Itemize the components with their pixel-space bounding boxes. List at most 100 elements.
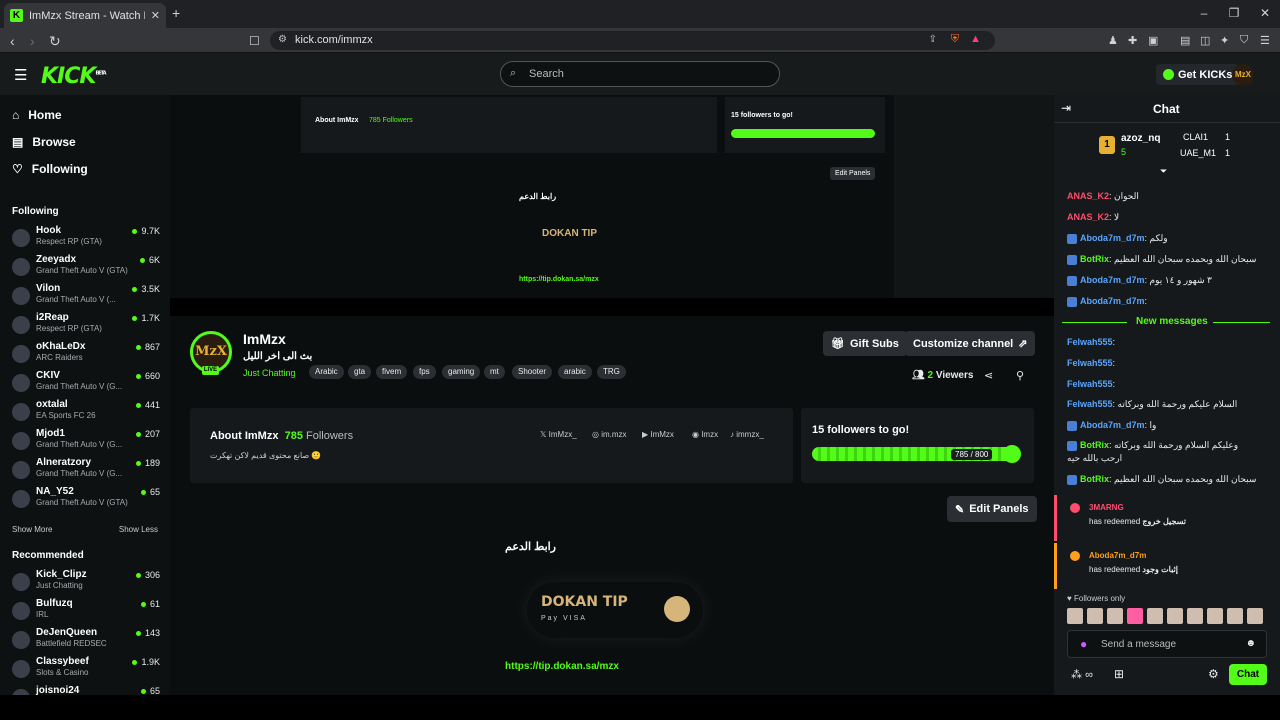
customize-channel-button[interactable]: Customize channel ⇗ <box>905 331 1036 356</box>
emote[interactable] <box>1187 608 1203 624</box>
sidebar-item-home[interactable]: ⌂ Home <box>12 108 62 122</box>
chat-username[interactable]: Aboda7m_d7m <box>1080 420 1145 430</box>
search-input[interactable]: ⌕ Search <box>500 61 780 87</box>
chat-username[interactable]: Aboda7m_d7m <box>1080 296 1145 306</box>
social-x-link[interactable]: 𝕏 ImMzx_ <box>540 430 577 439</box>
forward-icon[interactable]: › <box>30 33 35 49</box>
share-icon[interactable]: ⇪ <box>929 34 937 45</box>
gift-subs-button[interactable]: 🎁︎ Gift Subs <box>823 331 907 356</box>
stream-tag[interactable]: arabic <box>558 365 592 379</box>
url-field[interactable]: ⚙ kick.com/immzx ⇪ ⛨ ▲ <box>270 31 995 50</box>
emote[interactable] <box>1167 608 1183 624</box>
sidebar-channel[interactable]: NA_Y52 Grand Theft Auto V (GTA) 65 <box>12 486 160 514</box>
brave-shield-icon[interactable]: ⛨ <box>951 33 959 46</box>
hamburger-icon[interactable]: ☰ <box>14 66 27 84</box>
social-youtube-link[interactable]: ▶ ImMzx <box>642 430 674 439</box>
puzzle-icon[interactable]: ✚ <box>1128 34 1137 47</box>
extension-icon[interactable]: ♟ <box>1108 34 1118 47</box>
chat-username[interactable]: BotRix <box>1080 474 1109 484</box>
emote[interactable] <box>1207 608 1223 624</box>
sidebar-channel[interactable]: Vilon Grand Theft Auto V (... 3.5K <box>12 283 160 311</box>
sidebar-item-browse[interactable]: ▤ Browse <box>12 135 76 149</box>
stream-tag[interactable]: Shooter <box>512 365 553 379</box>
rewards-icon[interactable]: ▲ <box>970 33 981 45</box>
ai-icon[interactable]: ✦ <box>1220 34 1229 47</box>
chat-username[interactable]: Felwah555 <box>1067 399 1113 409</box>
tip-link[interactable]: https://tip.dokan.sa/mzx <box>505 661 619 672</box>
dokan-tip-image[interactable]: DOKAN TIP Pay VISA <box>527 582 703 638</box>
chat-username[interactable]: Aboda7m_d7m <box>1080 275 1145 285</box>
stream-tag[interactable]: mt <box>484 365 505 379</box>
emote[interactable] <box>1067 608 1083 624</box>
chat-username[interactable]: ANAS_K2 <box>1067 191 1109 201</box>
emoji-icon[interactable]: ☻ <box>1245 638 1256 649</box>
video-player[interactable]: About ImMzx 785 Followers 15 followers t… <box>170 95 1054 316</box>
minimize-icon[interactable]: – <box>1195 6 1213 20</box>
chat-username[interactable]: Felwah555 <box>1067 337 1113 347</box>
sidebar-toggle-icon[interactable]: ▤ <box>1180 34 1190 47</box>
get-kicks-button[interactable]: Get KICKs <box>1156 64 1240 85</box>
sidebar-channel[interactable]: oxtalal EA Sports FC 26 441 <box>12 399 160 427</box>
new-tab-icon[interactable]: + <box>172 5 180 21</box>
emote[interactable] <box>1227 608 1243 624</box>
mic-icon[interactable]: ● <box>1080 637 1087 651</box>
chat-username[interactable]: Aboda7m_d7m <box>1080 233 1145 243</box>
sidebar-channel[interactable]: Hook Respect RP (GTA) 9.7K <box>12 225 160 253</box>
back-icon[interactable]: ‹ <box>10 33 15 49</box>
sidebar-channel[interactable]: Bulfuzq IRL 61 <box>12 598 160 626</box>
chat-username[interactable]: ANAS_K2 <box>1067 212 1109 222</box>
emote[interactable] <box>1087 608 1103 624</box>
stream-tag[interactable]: fivem <box>376 365 408 379</box>
close-tab-icon[interactable]: ✕ <box>151 9 160 22</box>
emote[interactable] <box>1147 608 1163 624</box>
social-discord-link[interactable]: ◉ Imzx <box>692 430 718 439</box>
sidebar-channel[interactable]: Alneratzory Grand Theft Auto V (G... 189 <box>12 457 160 485</box>
reload-icon[interactable]: ↻ <box>49 33 61 50</box>
menu-icon[interactable]: ☰ <box>1260 34 1270 47</box>
stream-tag[interactable]: gta <box>348 365 372 379</box>
chat-filter-icon[interactable]: ⏷ <box>1160 166 1167 177</box>
stream-category[interactable]: Just Chatting <box>243 368 296 378</box>
sidebar-channel[interactable]: Classybeef Slots & Casino 1.9K <box>12 656 160 684</box>
chat-username[interactable]: BotRix <box>1080 254 1109 264</box>
chat-username[interactable]: Felwah555 <box>1067 379 1113 389</box>
stream-tag[interactable]: Arabic <box>309 365 344 379</box>
collapse-chat-icon[interactable]: ⇥ <box>1061 101 1071 115</box>
edit-panels-button[interactable]: ✎ Edit Panels <box>947 496 1037 522</box>
sidebar-channel[interactable]: CKIV Grand Theft Auto V (G... 660 <box>12 370 160 398</box>
sidebar-channel[interactable]: i2Reap Respect RP (GTA) 1.7K <box>12 312 160 340</box>
stream-tag[interactable]: TRG <box>597 365 626 379</box>
send-chat-button[interactable]: Chat <box>1229 664 1267 685</box>
wallet-icon[interactable]: ▣ <box>1148 34 1158 47</box>
user-avatar[interactable]: MzX <box>1232 64 1254 86</box>
stream-tag[interactable]: gaming <box>442 365 481 379</box>
vpn-icon[interactable]: ◫ <box>1200 34 1210 47</box>
sidebar-channel[interactable]: Kick_Clipz Just Chatting 306 <box>12 569 160 597</box>
share-channel-icon[interactable]: ⋖ <box>984 369 993 382</box>
sidebar-channel[interactable]: oKhaLeDx ARC Raiders 867 <box>12 341 160 369</box>
site-info-icon[interactable]: ⚙ <box>278 34 287 45</box>
show-less-link[interactable]: Show Less <box>119 525 158 534</box>
show-more-link[interactable]: Show More <box>12 525 52 534</box>
emote[interactable] <box>1127 608 1143 624</box>
emote[interactable] <box>1107 608 1123 624</box>
redeem-user[interactable]: 3MARNG <box>1089 503 1124 512</box>
sidebar-item-following[interactable]: ♡ Following <box>12 162 88 176</box>
emote-row[interactable] <box>1067 608 1263 624</box>
emote[interactable] <box>1247 608 1263 624</box>
chat-username[interactable]: Felwah555 <box>1067 358 1113 368</box>
social-tiktok-link[interactable]: ♪ immzx_ <box>730 430 764 439</box>
kick-logo[interactable]: KICKBETA <box>41 64 107 89</box>
browser-tab[interactable]: K ImMzx Stream - Watch Live on K ✕ <box>4 3 166 28</box>
gift-chat-icon[interactable]: ⊞ <box>1114 667 1124 681</box>
channel-name[interactable]: ImMzx <box>243 331 286 347</box>
points-icon[interactable]: ⁂ ∞ <box>1071 668 1093 681</box>
shield-icon[interactable]: ⛉ <box>1240 34 1248 47</box>
sidebar-channel[interactable]: Zeeyadx Grand Theft Auto V (GTA) 6K <box>12 254 160 282</box>
redeem-user[interactable]: Aboda7m_d7m <box>1089 551 1146 560</box>
sidebar-channel[interactable]: DeJenQueen Battlefield REDSEC 143 <box>12 627 160 655</box>
chat-username[interactable]: BotRix <box>1080 440 1109 450</box>
bookmark-icon[interactable]: ☐ <box>249 34 260 48</box>
close-window-icon[interactable]: ✕ <box>1256 6 1274 20</box>
stream-tag[interactable]: fps <box>413 365 436 379</box>
